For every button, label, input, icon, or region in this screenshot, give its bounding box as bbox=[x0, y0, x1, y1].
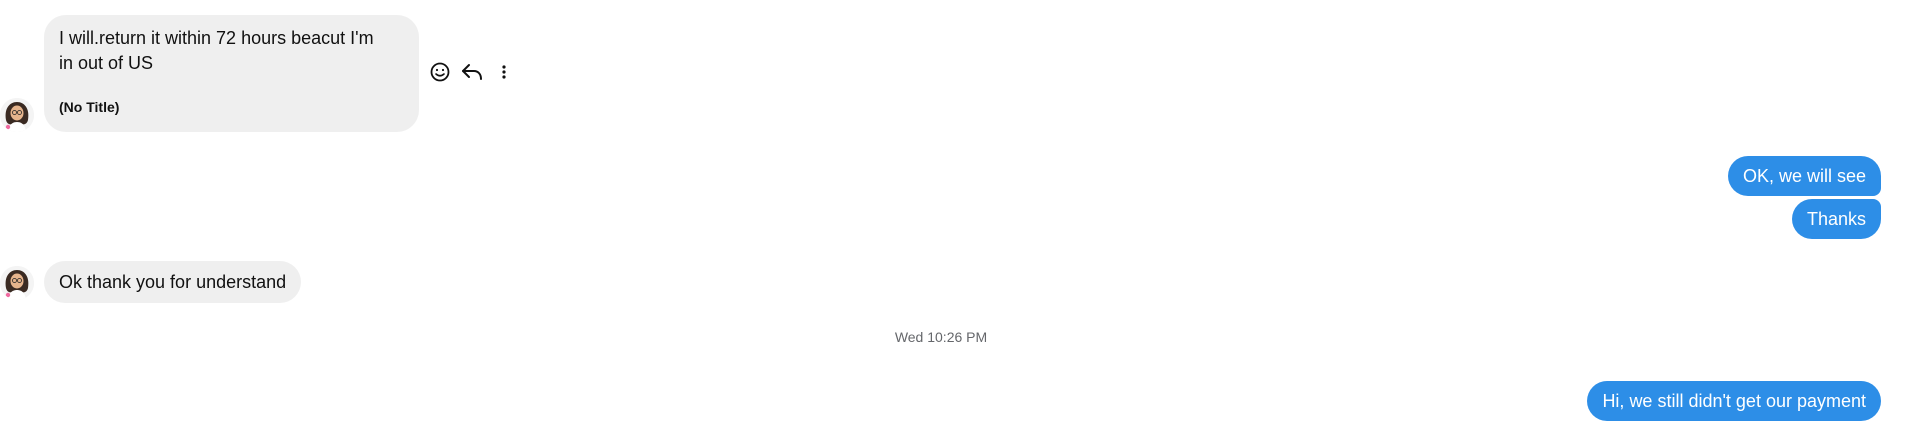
contact-avatar[interactable] bbox=[0, 98, 34, 132]
avatar-image bbox=[0, 98, 34, 132]
incoming-message[interactable]: Ok thank you for understand bbox=[44, 261, 302, 303]
more-button[interactable] bbox=[492, 60, 516, 84]
more-vertical-icon bbox=[502, 65, 506, 79]
reply-button[interactable] bbox=[460, 60, 484, 84]
contact-avatar[interactable] bbox=[0, 266, 34, 300]
message-text-line: I will.return it within 72 hours beacut … bbox=[59, 28, 374, 48]
incoming-message[interactable]: I will.return it within 72 hours beacut … bbox=[44, 15, 419, 132]
message-text-line: in out of US bbox=[59, 53, 154, 73]
outgoing-message[interactable]: OK, we will see bbox=[1727, 156, 1881, 196]
chat-thread: I will.return it within 72 hours beacut … bbox=[0, 0, 1905, 437]
smiley-icon bbox=[430, 62, 450, 82]
reply-icon bbox=[462, 64, 482, 80]
message-timestamp: Wed 10:26 PM bbox=[894, 329, 988, 345]
message-actions bbox=[428, 60, 516, 84]
outgoing-message[interactable]: Thanks bbox=[1791, 199, 1881, 239]
attachment-title: (No Title) bbox=[59, 99, 120, 115]
outgoing-message[interactable]: Hi, we still didn't get our payment bbox=[1587, 381, 1881, 421]
avatar-image bbox=[0, 266, 34, 300]
react-button[interactable] bbox=[428, 60, 452, 84]
